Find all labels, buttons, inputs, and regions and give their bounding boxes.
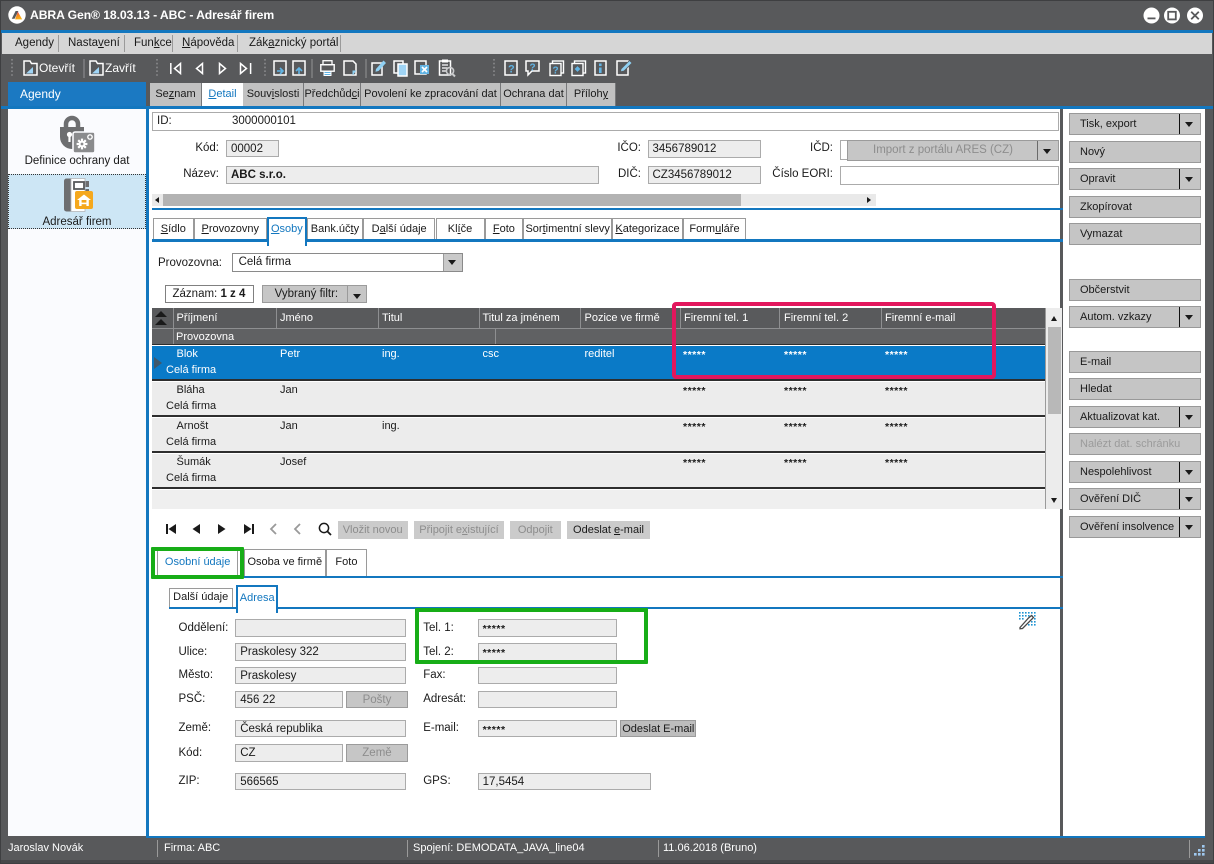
svg-text:?: ? [508,63,515,75]
svg-text:?: ? [530,62,536,73]
svg-text:?: ? [553,65,559,76]
